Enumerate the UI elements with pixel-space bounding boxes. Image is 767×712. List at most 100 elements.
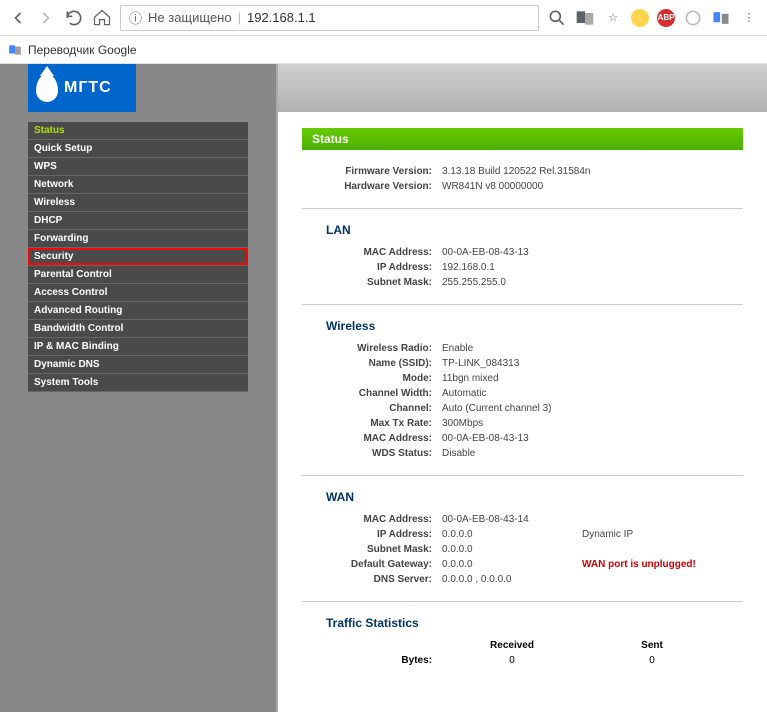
sidebar-item-ip-mac-binding[interactable]: IP & MAC Binding [28, 338, 248, 356]
section-wan: WAN MAC Address:00-0A-EB-08-43-14 IP Add… [302, 490, 743, 602]
lan-mask-value: 255.255.255.0 [442, 277, 743, 288]
wireless-mac-label: MAC Address: [302, 433, 442, 444]
wireless-ssid-value: TP-LINK_084313 [442, 358, 743, 369]
menu-icon[interactable]: ⋮ [739, 8, 759, 28]
traffic-bytes-received: 0 [442, 655, 582, 666]
traffic-bytes-label: Bytes: [302, 655, 442, 666]
sidebar-item-access-control[interactable]: Access Control [28, 284, 248, 302]
browser-toolbar: ⓘ Не защищено | 192.168.1.1 ☆ ABP ⋮ [0, 0, 767, 36]
wireless-mode-value: 11bgn mixed [442, 373, 743, 384]
lan-mac-label: MAC Address: [302, 247, 442, 258]
toolbar-actions: ☆ ABP ⋮ [547, 8, 759, 28]
content-body: Status Firmware Version:3.13.18 Build 12… [278, 112, 767, 712]
wan-title: WAN [326, 490, 743, 504]
sidebar-item-quick-setup[interactable]: Quick Setup [28, 140, 248, 158]
traffic-received-header: Received [442, 640, 582, 651]
extension-icon-2[interactable] [683, 8, 703, 28]
router-page: МГТС Status Quick Setup WPS Network Wire… [0, 64, 767, 712]
bookmark-item[interactable]: Переводчик Google [28, 43, 137, 57]
sidebar-item-forwarding[interactable]: Forwarding [28, 230, 248, 248]
firmware-version-label: Firmware Version: [302, 166, 442, 177]
wan-ip-label: IP Address: [302, 529, 442, 540]
wireless-ssid-label: Name (SSID): [302, 358, 442, 369]
wan-mac-value: 00-0A-EB-08-43-14 [442, 514, 743, 525]
hardware-version-label: Hardware Version: [302, 181, 442, 192]
separator: | [238, 10, 241, 25]
sidebar-item-bandwidth-control[interactable]: Bandwidth Control [28, 320, 248, 338]
adblock-icon[interactable]: ABP [657, 9, 675, 27]
wireless-maxtx-value: 300Mbps [442, 418, 743, 429]
sidebar-item-wps[interactable]: WPS [28, 158, 248, 176]
wan-mask-value: 0.0.0.0 [442, 544, 743, 555]
wan-warning: WAN port is unplugged! [582, 559, 696, 570]
security-status: Не защищено [148, 10, 232, 25]
wan-ip-type: Dynamic IP [582, 529, 633, 540]
home-icon[interactable] [92, 8, 112, 28]
google-translate-icon [8, 43, 22, 57]
lan-ip-value: 192.168.0.1 [442, 262, 743, 273]
wireless-maxtx-label: Max Tx Rate: [302, 418, 442, 429]
info-icon: ⓘ [129, 8, 142, 27]
lan-ip-label: IP Address: [302, 262, 442, 273]
sidebar-item-advanced-routing[interactable]: Advanced Routing [28, 302, 248, 320]
extension-icon-3[interactable] [711, 8, 731, 28]
star-icon[interactable]: ☆ [603, 8, 623, 28]
drop-icon [36, 74, 58, 102]
sidebar-item-network[interactable]: Network [28, 176, 248, 194]
back-icon[interactable] [8, 8, 28, 28]
forward-icon[interactable] [36, 8, 56, 28]
traffic-sent-header: Sent [582, 640, 722, 651]
lan-mask-label: Subnet Mask: [302, 277, 442, 288]
sidebar-item-system-tools[interactable]: System Tools [28, 374, 248, 392]
wireless-chwidth-label: Channel Width: [302, 388, 442, 399]
brand-text: МГТС [64, 79, 112, 97]
wan-dns-value: 0.0.0.0 , 0.0.0.0 [442, 574, 743, 585]
sidebar-item-parental-control[interactable]: Parental Control [28, 266, 248, 284]
section-firmware: Firmware Version:3.13.18 Build 120522 Re… [302, 164, 743, 209]
sidebar-item-dynamic-dns[interactable]: Dynamic DNS [28, 356, 248, 374]
reload-icon[interactable] [64, 8, 84, 28]
wireless-channel-value: Auto (Current channel 3) [442, 403, 743, 414]
wireless-radio-value: Enable [442, 343, 743, 354]
wan-mask-label: Subnet Mask: [302, 544, 442, 555]
wireless-mode-label: Mode: [302, 373, 442, 384]
content-header [278, 64, 767, 112]
section-lan: LAN MAC Address:00-0A-EB-08-43-13 IP Add… [302, 223, 743, 305]
left-column: МГТС Status Quick Setup WPS Network Wire… [0, 64, 276, 712]
wireless-title: Wireless [326, 319, 743, 333]
sidebar-nav: Status Quick Setup WPS Network Wireless … [28, 122, 248, 392]
page-title-bar: Status [302, 128, 743, 150]
sidebar-item-status[interactable]: Status [28, 122, 248, 140]
wan-ip-value: 0.0.0.0 [442, 529, 582, 540]
wan-gateway-label: Default Gateway: [302, 559, 442, 570]
lan-title: LAN [326, 223, 743, 237]
wan-dns-label: DNS Server: [302, 574, 442, 585]
extension-icon-1[interactable] [631, 9, 649, 27]
firmware-version-value: 3.13.18 Build 120522 Rel.31584n [442, 166, 743, 177]
traffic-title: Traffic Statistics [326, 616, 743, 630]
address-bar[interactable]: ⓘ Не защищено | 192.168.1.1 [120, 5, 539, 31]
bookmark-bar: Переводчик Google [0, 36, 767, 64]
hardware-version-value: WR841N v8 00000000 [442, 181, 743, 192]
wan-gateway-value: 0.0.0.0 [442, 559, 582, 570]
wireless-wds-value: Disable [442, 448, 743, 459]
section-wireless: Wireless Wireless Radio:Enable Name (SSI… [302, 319, 743, 476]
logo-bar: МГТС [0, 64, 276, 112]
wireless-chwidth-value: Automatic [442, 388, 743, 399]
sidebar-item-security[interactable]: Security [28, 248, 248, 266]
traffic-bytes-sent: 0 [582, 655, 722, 666]
content-area: Status Firmware Version:3.13.18 Build 12… [276, 64, 767, 712]
sidebar-item-wireless[interactable]: Wireless [28, 194, 248, 212]
lan-mac-value: 00-0A-EB-08-43-13 [442, 247, 743, 258]
wan-mac-label: MAC Address: [302, 514, 442, 525]
section-traffic: Traffic Statistics Received Sent Bytes: … [302, 616, 743, 682]
url-text: 192.168.1.1 [247, 10, 316, 25]
translate-icon[interactable] [575, 8, 595, 28]
wireless-wds-label: WDS Status: [302, 448, 442, 459]
brand-logo: МГТС [28, 64, 136, 112]
wireless-radio-label: Wireless Radio: [302, 343, 442, 354]
sidebar-item-dhcp[interactable]: DHCP [28, 212, 248, 230]
search-icon[interactable] [547, 8, 567, 28]
wireless-mac-value: 00-0A-EB-08-43-13 [442, 433, 743, 444]
wireless-channel-label: Channel: [302, 403, 442, 414]
